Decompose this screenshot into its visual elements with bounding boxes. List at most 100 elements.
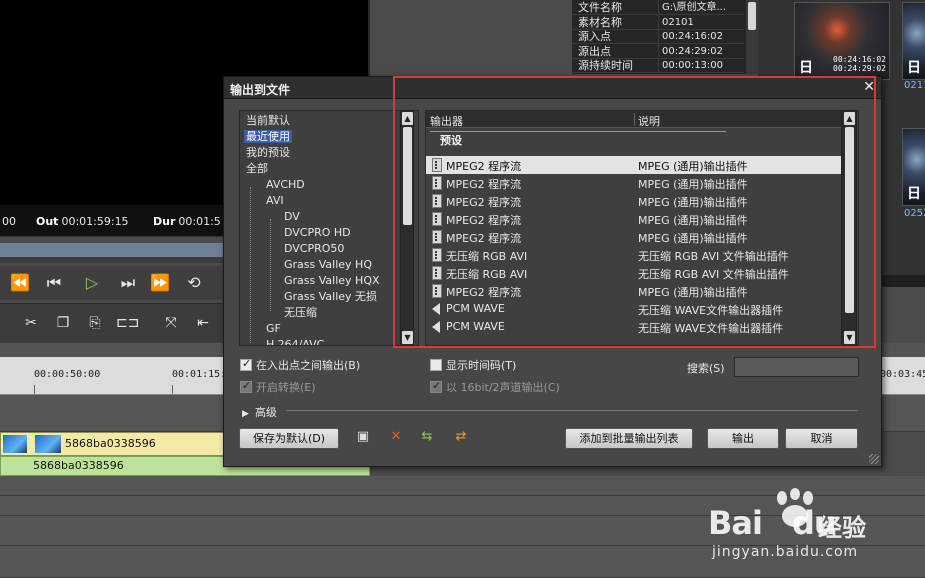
tree-item-gv-lossless[interactable]: Grass Valley 无损 (284, 289, 377, 304)
split-icon[interactable]: ⤧ (160, 312, 182, 334)
list-item[interactable]: MPEG2 程序流 MPEG (通用)输出插件 (426, 210, 842, 228)
copy-icon[interactable]: ❐ (52, 312, 74, 334)
delete-icon[interactable]: ✕ (387, 428, 405, 446)
group-divider (430, 131, 726, 132)
preset-category-tree: 当前默认 最近使用 我的预设 全部 AVCHD AVI DV DVCPRO HD… (239, 110, 419, 346)
scroll-up-icon[interactable]: ▲ (844, 112, 855, 125)
tree-item-label: 无压缩 (284, 306, 317, 319)
preset-export-icon[interactable]: ⇄ (452, 428, 470, 446)
cancel-button[interactable]: 取消 (785, 428, 858, 449)
info-key: 源出点 (578, 44, 611, 58)
tree-item-dv[interactable]: DV (284, 209, 300, 224)
tree-item-gv-hq[interactable]: Grass Valley HQ (284, 257, 372, 272)
info-key: 素材名称 (578, 15, 622, 29)
bin-thumbnail[interactable]: 日 (902, 2, 925, 80)
film-icon (432, 176, 442, 190)
column-exporter[interactable]: 输出器 (430, 113, 463, 129)
list-scrollbar[interactable]: ▲ ▼ (841, 110, 857, 346)
resize-grip-icon[interactable] (869, 454, 879, 464)
tree-item-label: Grass Valley 无损 (284, 290, 378, 303)
scroll-down-icon[interactable]: ▼ (844, 331, 855, 344)
scroll-down-icon[interactable]: ▼ (402, 331, 413, 344)
info-scroll-thumb[interactable] (748, 2, 756, 30)
play-icon[interactable]: ▷ (78, 271, 106, 295)
loop-icon[interactable]: ⟲ (180, 271, 208, 295)
exporter-name: MPEG2 程序流 (446, 286, 522, 299)
paste-icon[interactable]: ⎘ (84, 312, 106, 334)
list-item[interactable]: MPEG2 程序流 MPEG (通用)输出插件 (426, 174, 842, 192)
tree-item-all[interactable]: 全部 (246, 161, 268, 176)
scroll-up-icon[interactable]: ▲ (402, 112, 413, 125)
tree-item-dvcpro-hd[interactable]: DVCPRO HD (284, 225, 351, 240)
video-clip[interactable]: 5868ba0338596 (0, 432, 232, 456)
tree-item-my-presets[interactable]: 我的预设 (246, 145, 290, 160)
tree-item-h264[interactable]: H.264/AVC (266, 337, 324, 345)
list-item[interactable]: PCM WAVE 无压缩 WAVE文件输出器插件 (426, 300, 842, 318)
delete-gap-icon[interactable]: ⇤ (192, 312, 214, 334)
list-item[interactable]: 无压缩 RGB AVI 无压缩 RGB AVI 文件输出插件 (426, 264, 842, 282)
show-timecode-checkbox[interactable]: 显示时间码(T) (430, 357, 516, 373)
tree-item-dvcpro50[interactable]: DVCPRO50 (284, 241, 344, 256)
info-value: 02101 (658, 14, 742, 30)
tree-item-avchd[interactable]: AVCHD (266, 177, 305, 192)
bin-thumbnail[interactable]: 日 (902, 128, 925, 206)
tree-item-label: Grass Valley HQX (284, 274, 380, 287)
scroll-thumb[interactable] (403, 127, 412, 225)
export-button[interactable]: 输出 (707, 428, 779, 449)
baidu-jingyan-watermark: Bai du 经验 jingyan.baidu.com (708, 488, 908, 568)
thumb-timecode-out: 00:24:29:02 (833, 64, 886, 73)
info-row: 源持续时间 00:00:13:00 (572, 58, 744, 74)
tree-item-gf[interactable]: GF (266, 321, 281, 336)
save-icon[interactable]: ▣ (354, 428, 372, 446)
tree-item-label: 最近使用 (244, 130, 292, 143)
fast-forward-icon[interactable]: ⏩ (146, 271, 174, 295)
info-scrollbar[interactable] (746, 0, 758, 74)
search-input[interactable] (734, 357, 859, 377)
rewind-icon[interactable]: ⏪ (6, 271, 34, 295)
list-item[interactable]: MPEG2 程序流 MPEG (通用)输出插件 (426, 192, 842, 210)
list-item[interactable]: MPEG2 程序流 MPEG (通用)输出插件 (426, 282, 842, 300)
tree-guide (270, 219, 271, 311)
out-value: 00:01:59:15 (61, 215, 129, 228)
scroll-thumb[interactable] (845, 127, 854, 313)
ruler-tick (172, 385, 173, 394)
out-timecode[interactable]: Out 00:01:59:15 (36, 215, 129, 228)
step-back-icon[interactable]: ⏮ (40, 271, 68, 295)
dur-timecode[interactable]: Dur 00:01:5 (153, 215, 221, 228)
checkbox[interactable] (240, 357, 252, 371)
watermark-url: jingyan.baidu.com (712, 544, 859, 560)
step-forward-icon[interactable]: ⏭ (114, 271, 142, 295)
column-description[interactable]: 说明 (638, 113, 660, 129)
tree-scrollbar[interactable]: ▲ ▼ (400, 110, 414, 346)
search-label: 搜索(S) (687, 362, 725, 375)
save-as-default-button[interactable]: 保存为默认(D) (239, 428, 339, 449)
preset-import-icon[interactable]: ⇆ (418, 428, 436, 446)
insert-icon[interactable]: ⊏⊐ (116, 312, 139, 334)
checkbox[interactable] (430, 359, 442, 371)
export-between-io-checkbox[interactable]: 在入出点之间输出(B) (240, 357, 360, 373)
info-row: 素材名称 02101 (572, 14, 744, 30)
enable-conversion-checkbox: 开启转换(E) (240, 379, 316, 395)
list-item[interactable]: MPEG2 程序流 MPEG (通用)输出插件 (426, 228, 842, 246)
list-item[interactable]: MPEG2 程序流 MPEG (通用)输出插件 (426, 156, 842, 174)
tree-item-avi[interactable]: AVI (266, 193, 284, 208)
tree-item-label: AVI (266, 194, 284, 207)
tree-item-gv-hqx[interactable]: Grass Valley HQX (284, 273, 380, 288)
tree-item-recent[interactable]: 最近使用 (244, 129, 292, 144)
cut-icon[interactable]: ✂ (20, 312, 42, 334)
dialog-titlebar[interactable]: 输出到文件 ✕ (224, 77, 881, 99)
exporter-list: 输出器 说明 预设 MPEG2 程序流 MPEG (通用)输出插件 MPEG2 … (425, 110, 859, 346)
advanced-toggle[interactable]: ▶ 高级 (242, 404, 277, 420)
add-to-batch-button[interactable]: 添加到批量输出列表 (565, 428, 693, 449)
tree-item-label: Grass Valley HQ (284, 258, 372, 271)
tree-item-current-default[interactable]: 当前默认 (246, 113, 290, 128)
film-icon (432, 284, 442, 298)
list-item[interactable]: PCM WAVE 无压缩 WAVE文件输出器插件 (426, 318, 842, 336)
list-item[interactable]: 无压缩 RGB AVI 无压缩 RGB AVI 文件输出插件 (426, 246, 842, 264)
tree-item-uncompressed[interactable]: 无压缩 (284, 305, 317, 320)
bin-thumbnail[interactable]: 00:24:16:02 00:24:29:02 日 (794, 2, 890, 80)
list-header: 输出器 说明 (426, 111, 842, 128)
film-icon (432, 158, 442, 172)
info-value: 00:00:13:00 (658, 58, 742, 74)
close-icon[interactable]: ✕ (863, 79, 875, 95)
